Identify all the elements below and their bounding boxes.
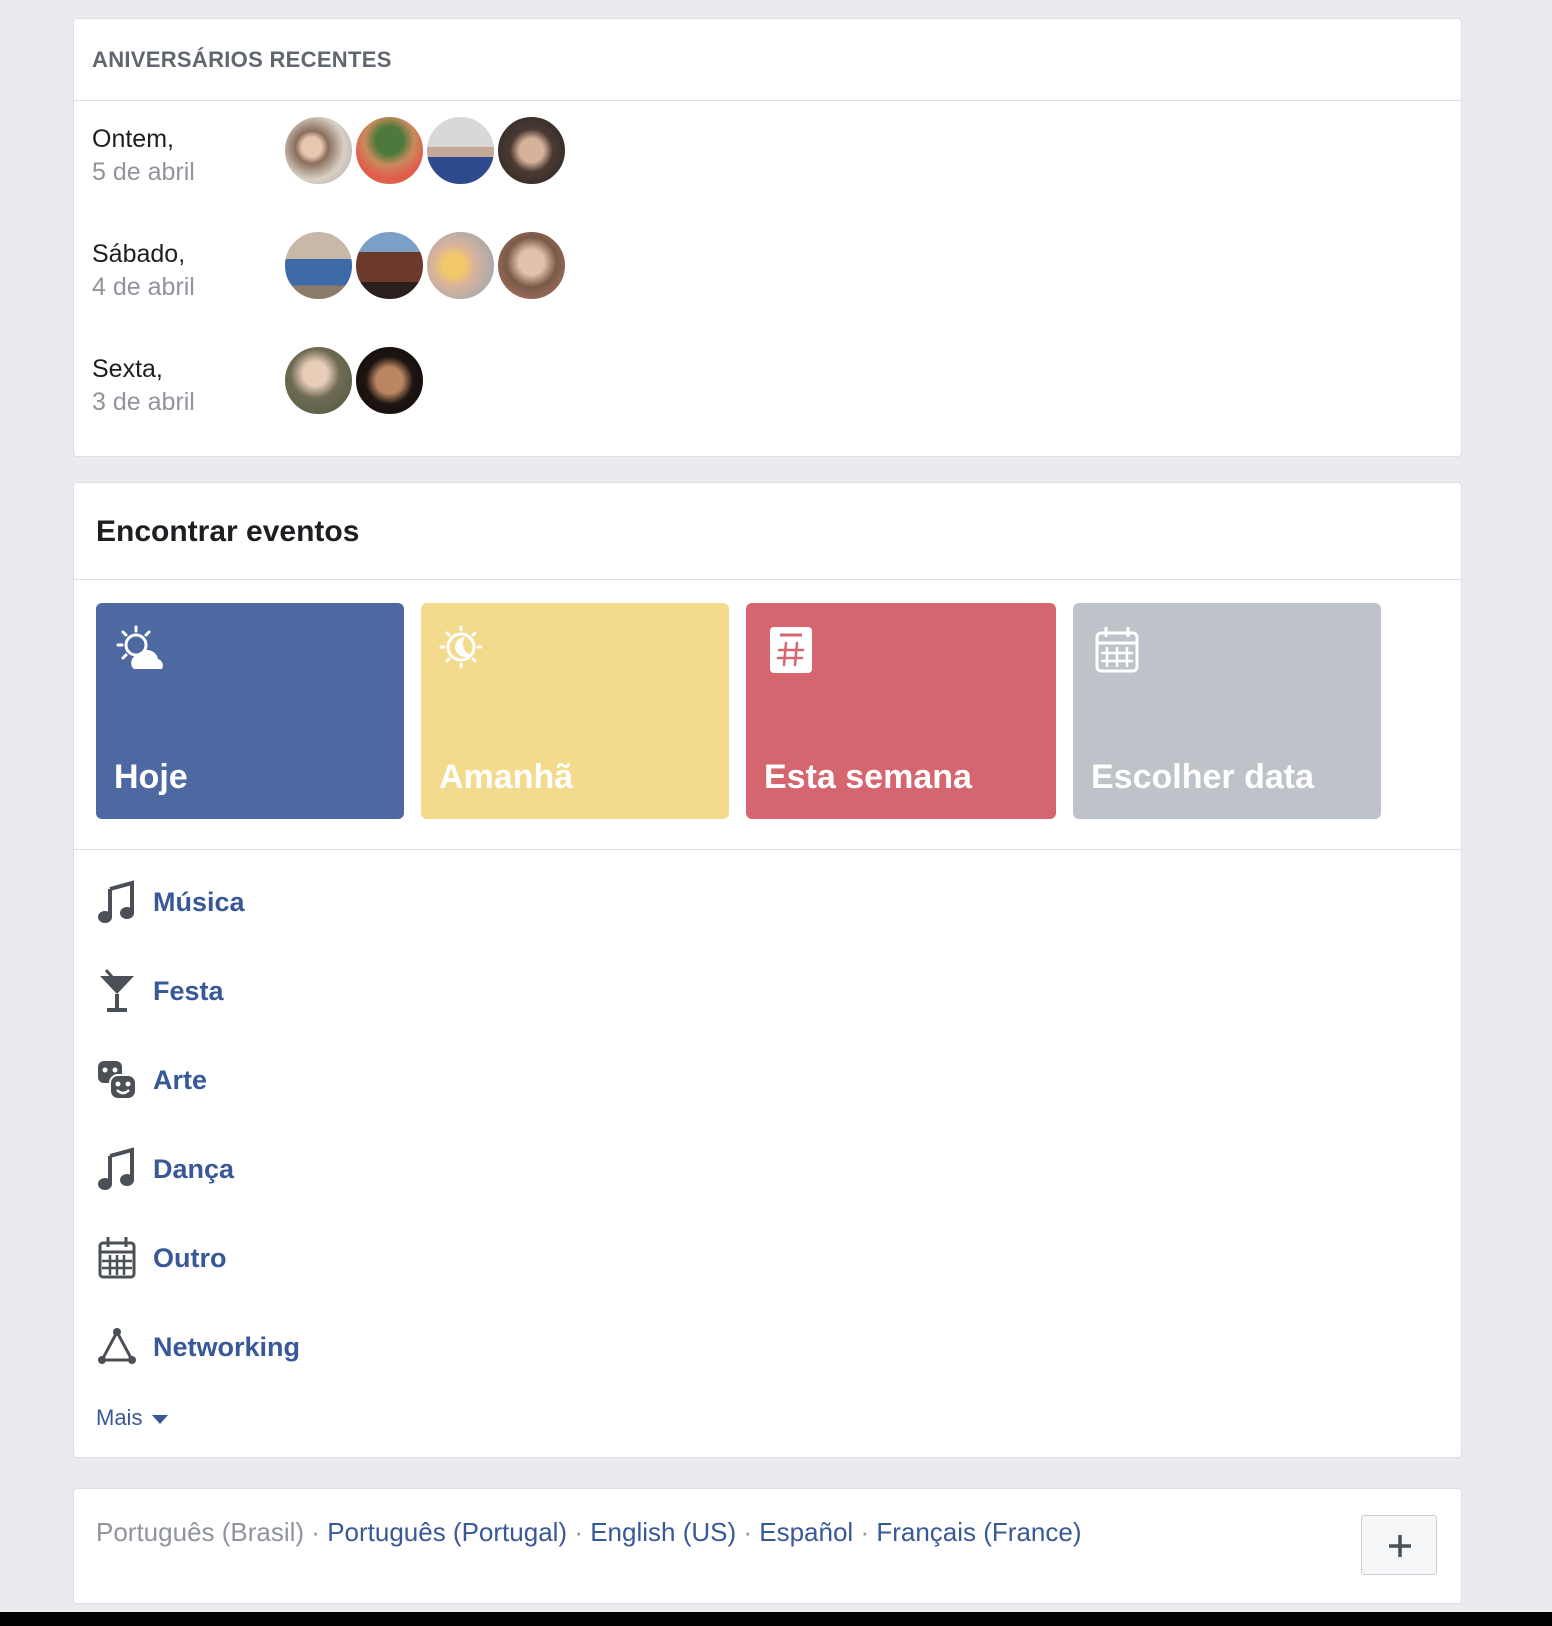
bottom-edge [0, 1612, 1552, 1626]
find-events-card: Encontrar eventos Hoje Amanhã Esta seman… [73, 482, 1462, 1458]
sun-cloud-icon [116, 625, 163, 669]
avatar[interactable] [425, 230, 496, 301]
language-link[interactable]: Português (Portugal) [327, 1517, 567, 1547]
more-label: Mais [96, 1405, 143, 1430]
birthdays-title: ANIVERSÁRIOS RECENTES [74, 19, 1461, 101]
language-link[interactable]: Español [759, 1517, 853, 1547]
birthday-date: 3 de abril [92, 388, 195, 416]
page-background: ANIVERSÁRIOS RECENTES Ontem, 5 de abril … [0, 0, 1552, 1612]
birthday-date: 4 de abril [92, 273, 195, 301]
separator: · [567, 1517, 591, 1547]
plus-icon [1389, 1535, 1411, 1557]
more-dropdown[interactable]: Mais [96, 1405, 169, 1431]
birthday-day: Sábado, [92, 240, 186, 268]
birthday-group: Ontem, 5 de abril [74, 115, 1461, 215]
birthday-group: Sábado, 4 de abril [74, 230, 1461, 330]
language-footer: Português (Brasil) · Português (Portugal… [73, 1488, 1462, 1604]
birthday-group: Sexta, 3 de abril [74, 345, 1461, 445]
current-language: Português (Brasil) [96, 1517, 305, 1547]
separator: · [304, 1517, 328, 1547]
recent-birthdays-card: ANIVERSÁRIOS RECENTES Ontem, 5 de abril … [73, 18, 1462, 457]
avatar[interactable] [496, 115, 567, 186]
category-label: Dança [153, 1154, 235, 1184]
tile-tomorrow[interactable]: Amanhã [421, 603, 729, 819]
category-label: Festa [153, 976, 224, 1006]
avatar[interactable] [354, 345, 425, 416]
music-note-icon [98, 1147, 134, 1190]
category-label: Outro [153, 1243, 227, 1273]
caret-down-icon [152, 1414, 169, 1424]
avatar[interactable] [354, 230, 425, 301]
tile-label: Hoje [114, 758, 188, 796]
tile-this-week[interactable]: Esta semana [746, 603, 1056, 819]
avatar[interactable] [496, 230, 567, 301]
birthday-date: 5 de abril [92, 158, 195, 186]
cocktail-icon [100, 969, 134, 1012]
divider [74, 849, 1461, 850]
avatar[interactable] [283, 230, 354, 301]
language-list: Português (Brasil) · Português (Portugal… [96, 1517, 1081, 1548]
tile-label: Amanhã [439, 758, 574, 796]
tile-today[interactable]: Hoje [96, 603, 404, 819]
language-link[interactable]: English (US) [590, 1517, 736, 1547]
hashtag-calendar-icon [770, 627, 812, 673]
category-label: Arte [153, 1065, 208, 1095]
language-link[interactable]: Français (France) [876, 1517, 1081, 1547]
events-title: Encontrar eventos [74, 483, 1461, 580]
tile-label: Esta semana [764, 758, 972, 796]
calendar-icon [1095, 627, 1139, 673]
avatar[interactable] [354, 115, 425, 186]
category-label: Networking [153, 1332, 301, 1362]
music-note-icon [98, 880, 134, 923]
category-label: Música [153, 887, 245, 917]
network-icon [98, 1328, 136, 1364]
avatar[interactable] [283, 345, 354, 416]
add-language-button[interactable] [1361, 1515, 1437, 1575]
calendar-icon [98, 1237, 136, 1279]
separator: · [736, 1517, 760, 1547]
tile-label: Escolher data [1091, 758, 1314, 796]
theater-masks-icon [98, 1061, 137, 1100]
avatar[interactable] [283, 115, 354, 186]
moon-sun-icon [439, 625, 483, 669]
avatar[interactable] [425, 115, 496, 186]
tile-choose-date[interactable]: Escolher data [1073, 603, 1381, 819]
birthday-day: Ontem, [92, 125, 174, 153]
separator: · [853, 1517, 877, 1547]
birthday-day: Sexta, [92, 355, 163, 383]
